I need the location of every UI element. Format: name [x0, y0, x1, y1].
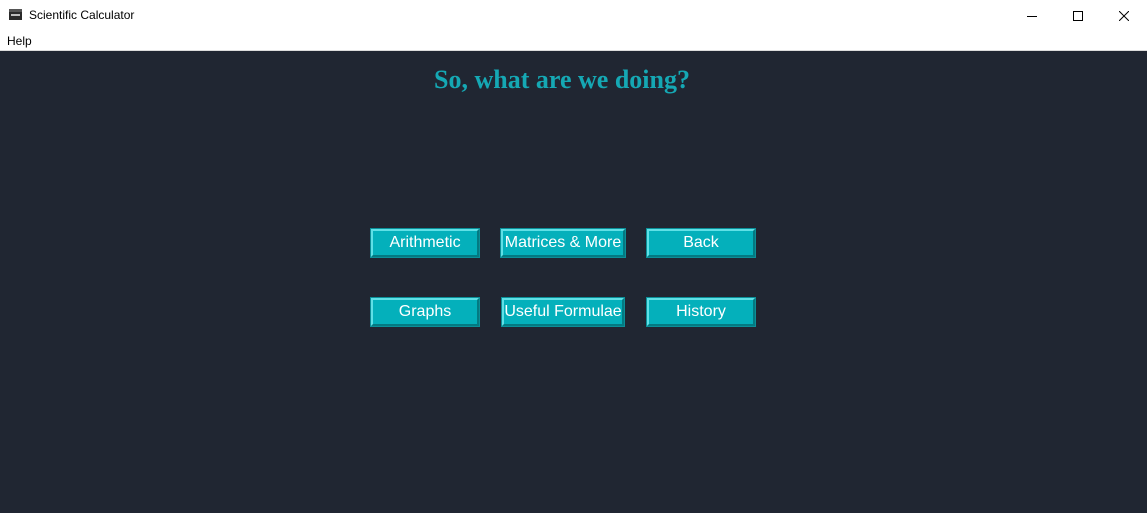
close-icon: [1119, 11, 1129, 21]
window-title: Scientific Calculator: [29, 8, 135, 22]
page-heading: So, what are we doing?: [434, 65, 690, 94]
graphs-button[interactable]: Graphs: [370, 297, 480, 327]
arithmetic-button[interactable]: Arithmetic: [370, 228, 480, 258]
maximize-button[interactable]: [1055, 0, 1101, 32]
calculator-app-icon: [9, 9, 22, 20]
history-button[interactable]: History: [646, 297, 756, 327]
maximize-icon: [1073, 11, 1083, 21]
menu-bar: Help: [0, 32, 1147, 51]
minimize-icon: [1027, 16, 1037, 17]
close-button[interactable]: [1101, 0, 1147, 32]
useful-formulae-button[interactable]: Useful Formulae: [501, 297, 625, 327]
minimize-button[interactable]: [1009, 0, 1055, 32]
back-button[interactable]: Back: [646, 228, 756, 258]
main-panel: So, what are we doing? Arithmetic Matric…: [0, 51, 1147, 513]
menu-item-help[interactable]: Help: [7, 34, 32, 48]
title-bar: Scientific Calculator: [0, 0, 1147, 32]
matrices-more-button[interactable]: Matrices & More: [500, 228, 626, 258]
